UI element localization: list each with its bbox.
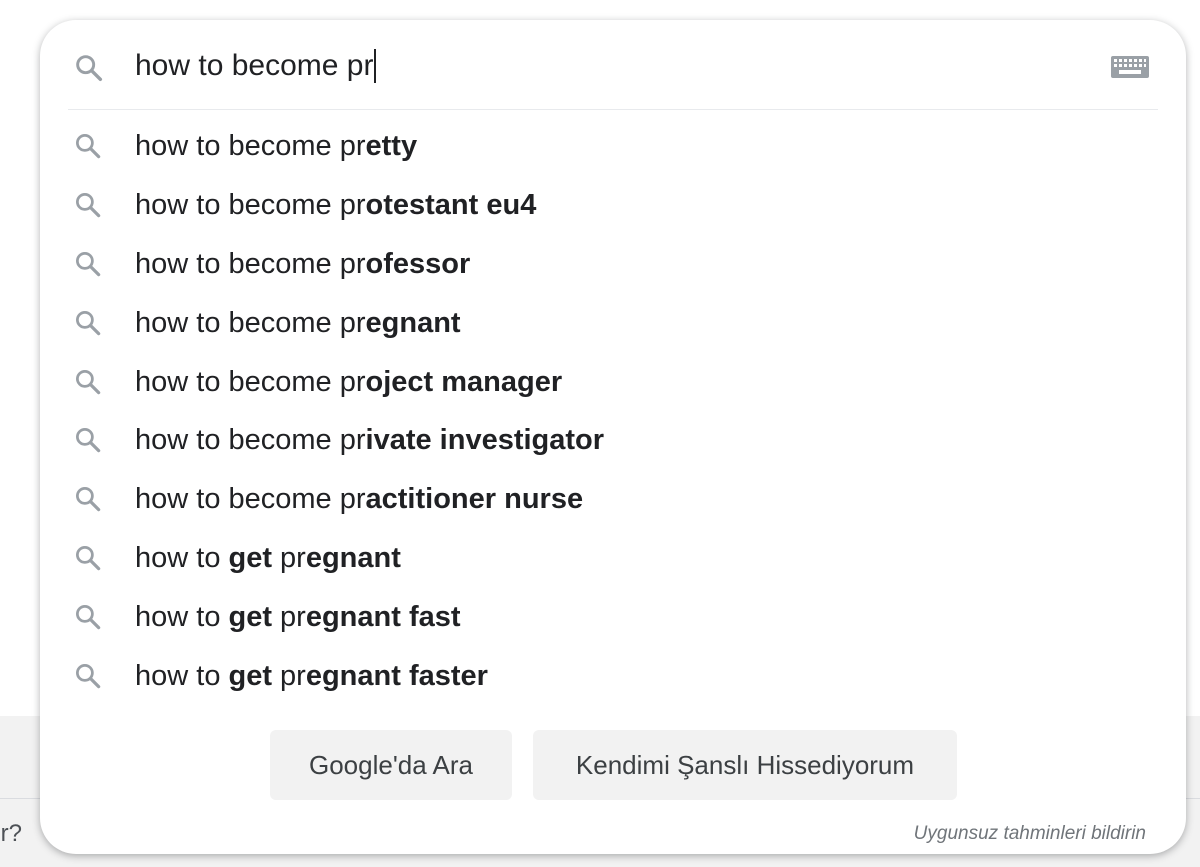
search-icon <box>76 546 101 571</box>
suggestion-completion: get <box>228 659 273 692</box>
suggestion-completion: oject manager <box>365 365 563 398</box>
search-icon <box>76 605 101 630</box>
search-bar: how to become pr <box>40 20 1186 110</box>
suggestion-typed: how to become pr <box>135 306 366 339</box>
background-partial-text: ır? <box>0 820 23 847</box>
suggestion-typed: pr <box>272 542 306 575</box>
suggestion-text: how to become pr egnant <box>135 294 461 353</box>
suggestion-typed: how to become pr <box>135 247 366 280</box>
suggestion-typed: how to <box>135 542 229 575</box>
keyboard-icon[interactable] <box>1111 56 1149 78</box>
suggestion-completion: egnant <box>365 306 461 339</box>
suggestion-typed: how to become pr <box>135 365 366 398</box>
suggestion-typed: how to become pr <box>135 188 366 221</box>
suggestion-completion: actitioner nurse <box>365 483 584 516</box>
search-divider <box>68 109 1158 110</box>
suggestion-typed: pr <box>272 659 306 692</box>
search-icon <box>76 134 101 159</box>
button-row: Google'da Ara Kendimi Şanslı Hissediyoru… <box>40 730 1186 800</box>
suggestion-text: how to get pr egnant fast <box>135 588 461 647</box>
search-icon <box>76 55 103 82</box>
suggestion-item[interactable]: how to become pr ivate investigator <box>40 411 1186 470</box>
suggestion-typed: how to <box>135 601 229 634</box>
suggestion-typed: how to become pr <box>135 483 366 516</box>
search-icon <box>76 310 101 335</box>
suggestion-text: how to become pr ivate investigator <box>135 411 604 470</box>
autocomplete-dropdown: how to become pr how to become pr etty how… <box>40 20 1186 854</box>
search-icon <box>76 664 101 689</box>
suggestion-text: how to get pr egnant faster <box>135 647 488 706</box>
suggestion-list: how to become pr etty how to become pr otes… <box>40 117 1186 706</box>
suggestion-completion: egnant fast <box>305 601 461 634</box>
suggestion-completion: egnant faster <box>305 659 488 692</box>
search-icon <box>76 487 101 512</box>
suggestion-text: how to become pr actitioner nurse <box>135 470 583 529</box>
suggestion-typed: how to become pr <box>135 129 366 162</box>
suggestion-item[interactable]: how to become pr egnant <box>40 294 1186 353</box>
suggestion-item[interactable]: how to become pr ofessor <box>40 235 1186 294</box>
suggestion-text: how to get pr egnant <box>135 529 401 588</box>
feeling-lucky-button[interactable]: Kendimi Şanslı Hissediyorum <box>533 730 957 800</box>
suggestion-item[interactable]: how to get pr egnant faster <box>40 647 1186 706</box>
text-caret <box>374 49 377 83</box>
suggestion-item[interactable]: how to become pr otestant eu4 <box>40 176 1186 235</box>
suggestion-item[interactable]: how to get pr egnant <box>40 529 1186 588</box>
page: ır? how to become pr how to become prett… <box>0 0 1200 867</box>
suggestion-text: how to become pr otestant eu4 <box>135 176 536 235</box>
search-icon <box>76 192 101 218</box>
suggestion-completion: ofessor <box>365 247 471 280</box>
suggestion-text: how to become pr etty <box>135 117 417 176</box>
suggestion-completion: etty <box>365 129 418 162</box>
suggestion-typed: how to become pr <box>135 424 366 457</box>
suggestion-text: how to become pr ofessor <box>135 235 470 294</box>
suggestion-completion: egnant <box>305 542 401 575</box>
search-icon <box>76 428 101 453</box>
suggestion-completion: get <box>228 542 273 575</box>
suggestion-typed: pr <box>272 601 306 634</box>
search-input[interactable]: how to become pr <box>135 44 377 88</box>
suggestion-completion: otestant eu4 <box>365 188 537 221</box>
search-icon <box>76 251 101 277</box>
search-query-text: how to become pr <box>135 49 374 82</box>
suggestion-item[interactable]: how to become pr oject manager <box>40 353 1186 412</box>
suggestion-item[interactable]: how to get pr egnant fast <box>40 588 1186 647</box>
suggestion-item[interactable]: how to become pr etty <box>40 117 1186 176</box>
search-icon <box>76 369 101 394</box>
suggestion-typed: how to <box>135 659 229 692</box>
suggestion-text: how to become pr oject manager <box>135 353 562 412</box>
report-predictions-link[interactable]: Uygunsuz tahminleri bildirin <box>914 823 1146 845</box>
google-search-button[interactable]: Google'da Ara <box>270 730 512 800</box>
suggestion-completion: ivate investigator <box>365 424 605 457</box>
suggestion-item[interactable]: how to become pr actitioner nurse <box>40 470 1186 529</box>
suggestion-completion: get <box>228 601 273 634</box>
